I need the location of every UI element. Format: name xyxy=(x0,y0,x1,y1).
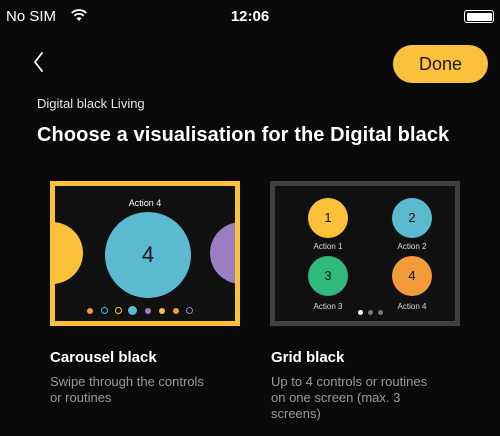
grid-tile-number: 3 xyxy=(324,268,332,283)
carousel-center-circle: 4 xyxy=(105,212,191,298)
grid-tile-label: Action 3 xyxy=(313,302,343,311)
grid-tile-number: 2 xyxy=(408,210,416,225)
status-bar: No SIM 12:06 xyxy=(0,0,500,32)
grid-tile-label: Action 1 xyxy=(313,242,343,251)
carousel-action-title: Action 4 xyxy=(128,198,162,208)
grid-option-description: Up to 4 controls or routines on one scre… xyxy=(271,374,428,421)
room-subtitle: Digital black Living xyxy=(37,96,145,111)
carousel-dot xyxy=(115,307,122,314)
grid-tile-label: Action 4 xyxy=(397,302,427,311)
carousel-option-card[interactable]: Action 4 4 xyxy=(50,181,240,326)
carousel-option-description: Swipe through the controls or routines xyxy=(50,374,204,405)
carousel-dot xyxy=(87,308,93,314)
clock: 12:06 xyxy=(230,8,270,25)
grid-pager-dot xyxy=(378,310,383,315)
grid-pager-dot xyxy=(368,310,373,315)
grid-option-title: Grid black xyxy=(271,349,345,366)
carousel-dot-active xyxy=(128,306,137,315)
carousel-left-circle xyxy=(55,222,83,284)
grid-tile-2: 2 xyxy=(392,198,432,238)
grid-tile-1: 1 xyxy=(308,198,348,238)
grid-tile-number: 1 xyxy=(324,210,332,225)
carousel-dot xyxy=(173,308,179,314)
carousel-dot xyxy=(186,307,193,314)
grid-tile-4: 4 xyxy=(392,256,432,296)
grid-tile-number: 4 xyxy=(408,268,416,283)
back-chevron-icon[interactable] xyxy=(30,50,46,74)
done-button[interactable]: Done xyxy=(393,45,488,83)
carousel-dot xyxy=(159,308,165,314)
carousel-dot xyxy=(145,308,151,314)
grid-tile-label: Action 2 xyxy=(397,242,427,251)
carousel-dot xyxy=(101,307,108,314)
grid-tile-3: 3 xyxy=(308,256,348,296)
battery-icon xyxy=(464,10,494,23)
page-title: Choose a visualisation for the Digital b… xyxy=(37,124,450,146)
grid-option-card[interactable]: 1 Action 1 2 Action 2 3 Action 3 4 Actio… xyxy=(270,181,460,326)
carousel-right-circle xyxy=(210,222,235,284)
carousel-center-number: 4 xyxy=(141,242,155,267)
grid-pager-dot-active xyxy=(358,310,363,315)
carousel-option-title: Carousel black xyxy=(50,349,157,366)
